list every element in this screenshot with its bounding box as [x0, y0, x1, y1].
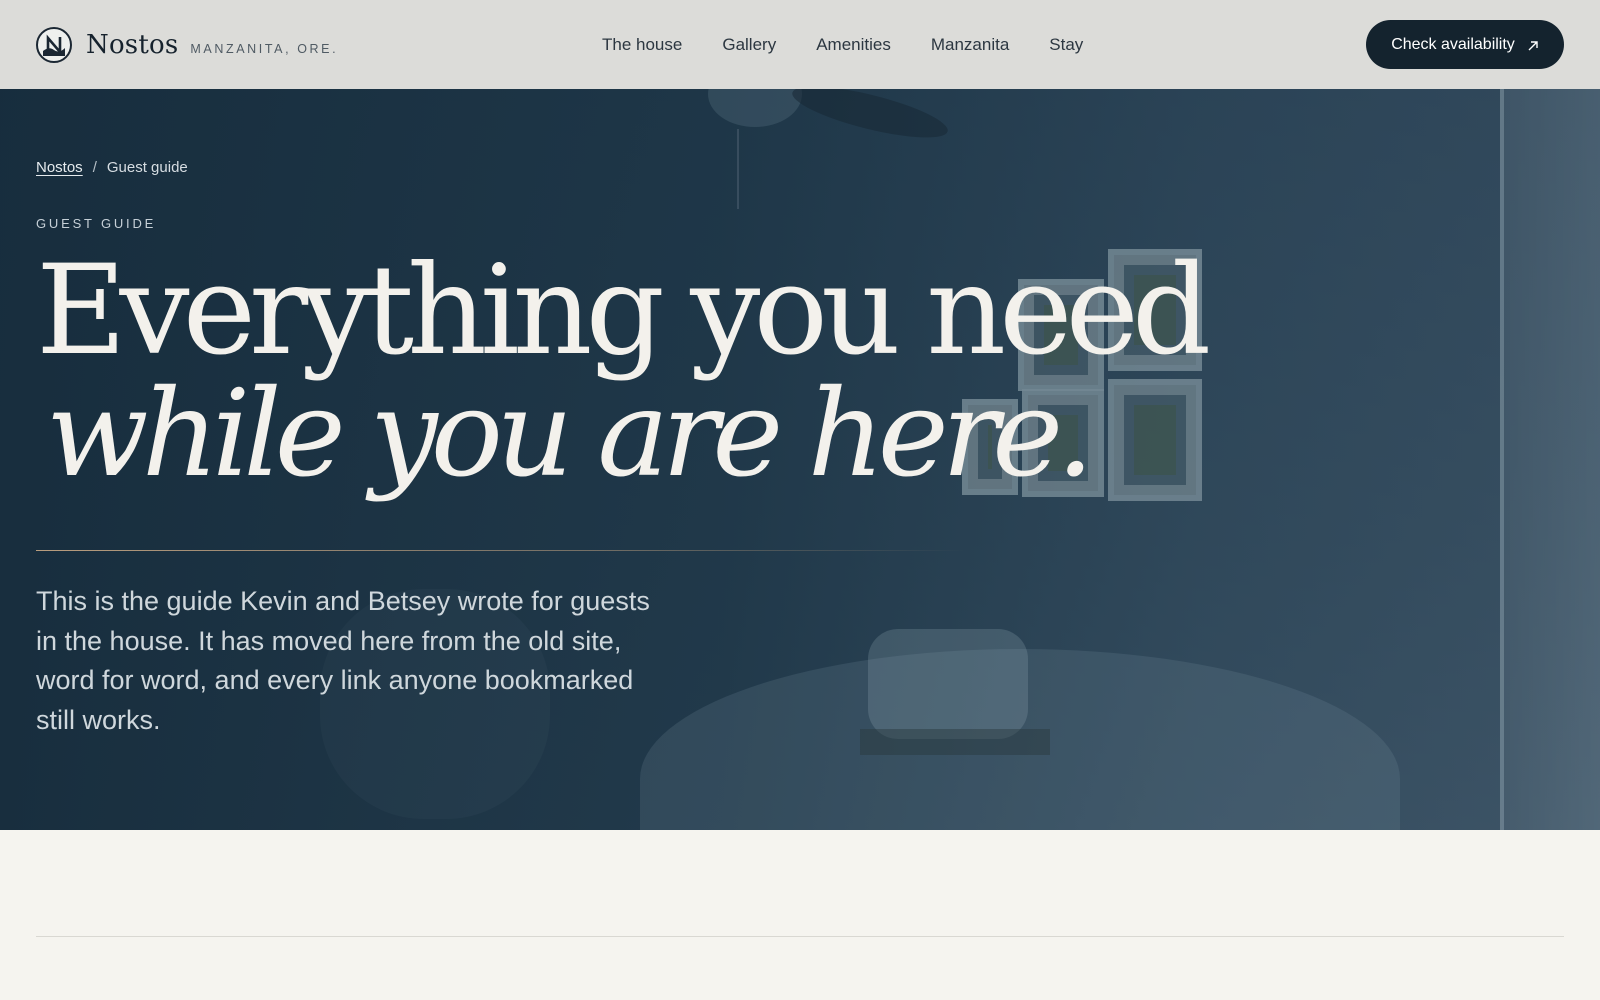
accent-divider	[36, 550, 966, 551]
breadcrumb: Nostos / Guest guide	[36, 159, 188, 176]
page-title-line-1: Everything you need	[36, 239, 1211, 383]
intro-paragraph: This is the guide Kevin and Betsey wrote…	[36, 586, 650, 735]
check-availability-button[interactable]: Check availability	[1366, 20, 1564, 69]
nostos-logo-icon	[36, 26, 72, 63]
brand-location: MANZANITA, ORE.	[190, 41, 339, 56]
nav-link-gallery[interactable]: Gallery	[722, 35, 776, 55]
tray	[860, 729, 1050, 755]
content-divider	[36, 936, 1564, 937]
section-eyebrow: GUEST GUIDE	[36, 216, 157, 231]
site-header: Nostos MANZANITA, ORE. The house Gallery…	[0, 0, 1600, 89]
nav-link-amenities[interactable]: Amenities	[816, 35, 891, 55]
check-availability-label: Check availability	[1391, 35, 1515, 53]
arrow-up-right-icon	[1527, 39, 1539, 51]
page-title-line-2: while you are here.	[46, 365, 1094, 504]
nav-link-stay[interactable]: Stay	[1049, 35, 1083, 55]
ceiling-fan	[708, 89, 802, 127]
nav-link-manzanita[interactable]: Manzanita	[931, 35, 1009, 55]
page-title: Everything you need while you are here.	[36, 239, 1211, 504]
breadcrumb-current: Guest guide	[106, 159, 188, 176]
breadcrumb-home-link[interactable]: Nostos	[36, 159, 83, 176]
ceiling-fan-cord	[737, 129, 739, 209]
brand-name: Nostos	[86, 29, 179, 60]
wall-frame	[1108, 379, 1202, 501]
brand-home-link[interactable]: Nostos MANZANITA, ORE.	[36, 26, 339, 63]
window-frame	[1500, 89, 1600, 830]
nav-link-the-house[interactable]: The house	[602, 35, 682, 55]
hero-section: Nostos / Guest guide GUEST GUIDE Everyth…	[0, 89, 1600, 830]
main-nav: The house Gallery Amenities Manzanita St…	[602, 0, 1083, 89]
ceiling-fan-blade	[788, 89, 952, 148]
folded-towels	[868, 629, 1028, 739]
breadcrumb-separator: /	[92, 159, 97, 176]
